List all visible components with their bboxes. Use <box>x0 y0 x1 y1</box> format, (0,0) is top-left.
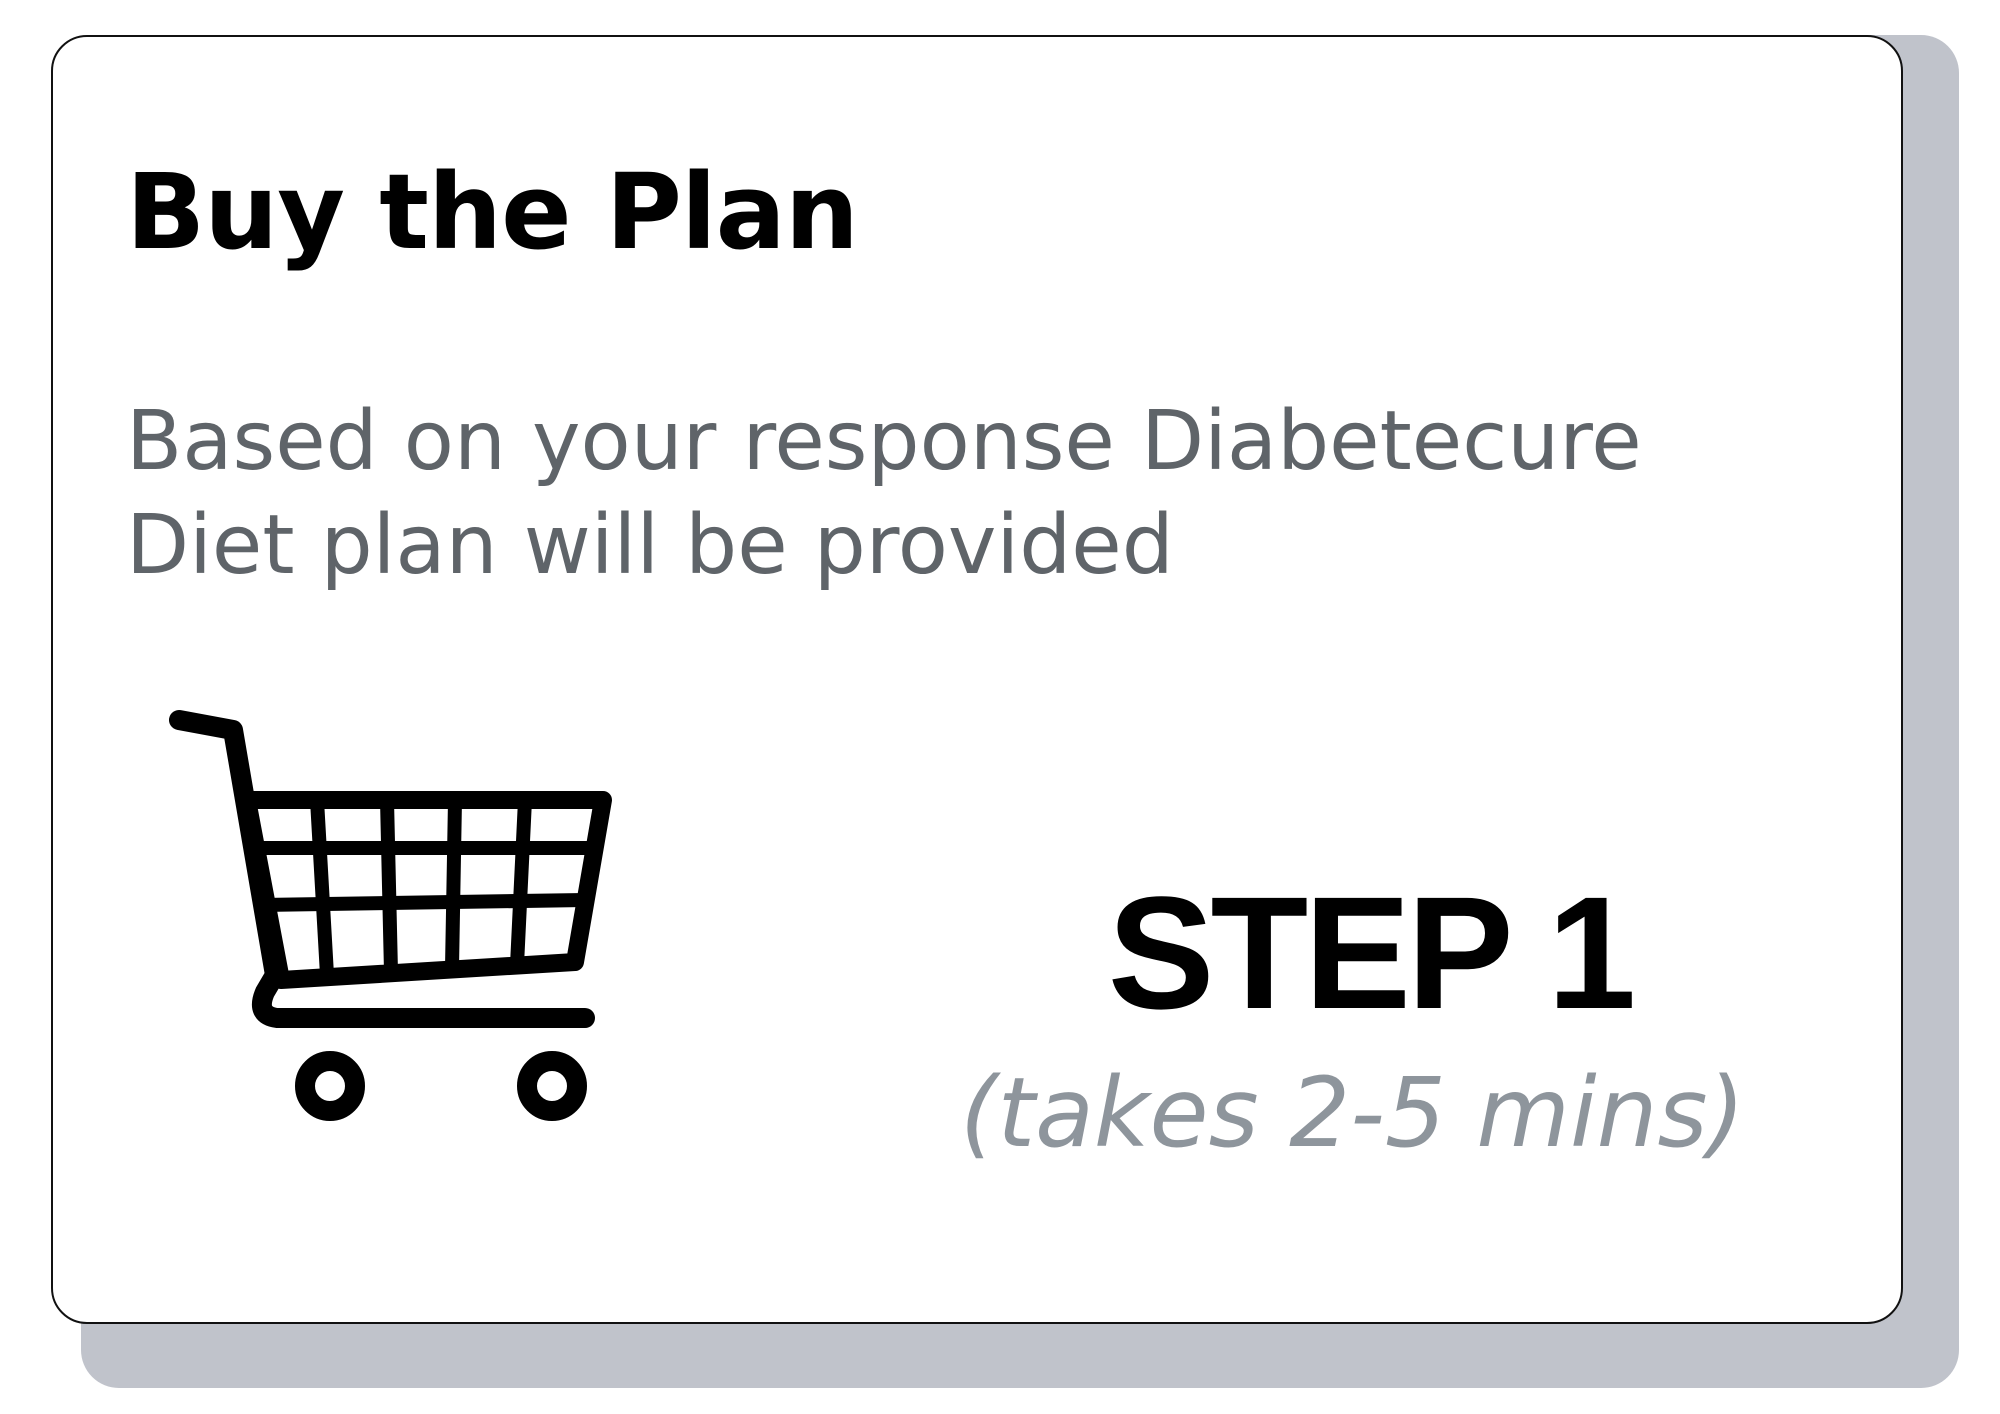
step-label: STEP 1 <box>1107 863 1636 1042</box>
card-title: Buy the Plan <box>126 151 859 273</box>
card-description: Based on your response Diabetecure Diet … <box>126 394 1642 593</box>
step-duration: (takes 2-5 mins) <box>960 1057 1745 1169</box>
shopping-cart-icon <box>169 710 612 1121</box>
